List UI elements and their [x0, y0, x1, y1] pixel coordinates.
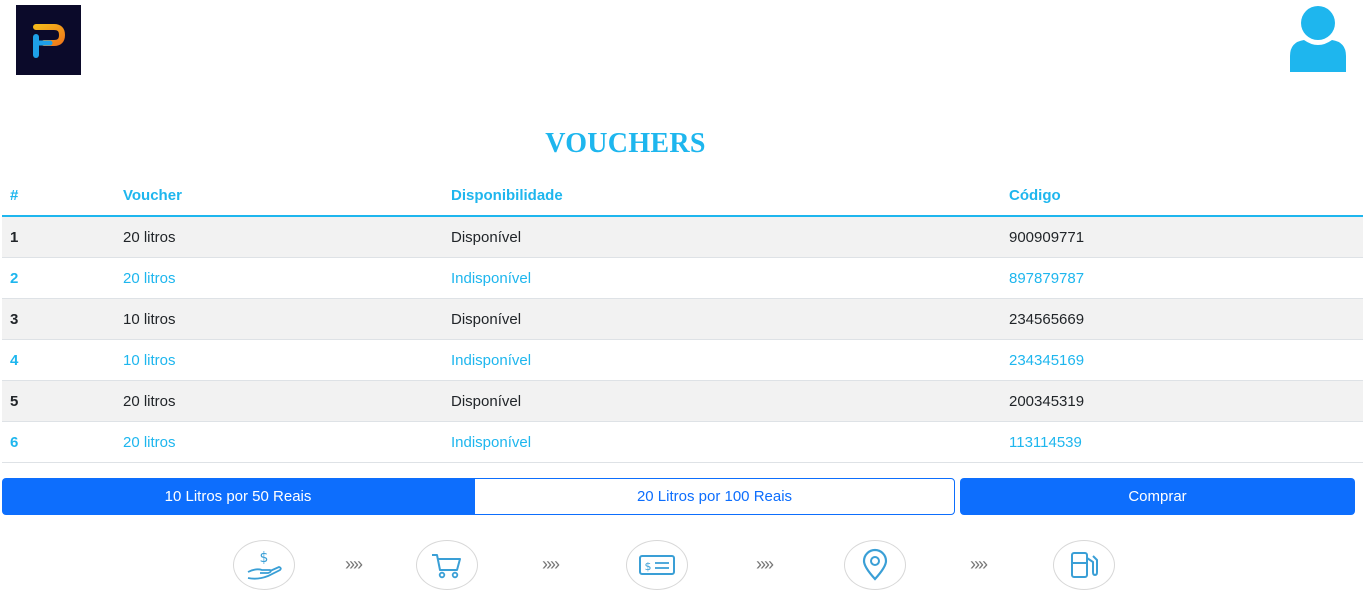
- fuel-pump-icon: [1071, 552, 1098, 578]
- option-10-litros-button[interactable]: 10 Litros por 50 Reais: [2, 478, 474, 515]
- step-separator: »: [345, 554, 355, 574]
- svg-text:$: $: [645, 560, 652, 573]
- row-voucher: 10 litros: [115, 298, 443, 340]
- step-separator: »: [978, 554, 988, 574]
- option-20-litros-button[interactable]: 20 Litros por 100 Reais: [474, 478, 955, 515]
- header-number: #: [2, 175, 115, 217]
- row-voucher: 10 litros: [115, 339, 443, 381]
- row-status: Indisponível: [443, 421, 1001, 463]
- table-row[interactable]: 4 10 litros Indisponível 234345169: [2, 339, 1363, 381]
- step-payment: $: [233, 540, 295, 590]
- step-cart: [416, 540, 478, 590]
- row-status: Indisponível: [443, 257, 1001, 299]
- step-separator: »: [550, 554, 560, 574]
- header-availability: Disponibilidade: [443, 175, 1001, 217]
- row-voucher: 20 litros: [115, 216, 443, 258]
- row-code: 113114539: [1001, 421, 1363, 463]
- row-number: 5: [2, 380, 115, 422]
- table-row[interactable]: 2 20 litros Indisponível 897879787: [2, 257, 1363, 299]
- svg-text:$: $: [260, 550, 269, 566]
- user-avatar-icon: [1290, 6, 1346, 72]
- header-code: Código: [1001, 175, 1363, 217]
- row-code: 200345319: [1001, 380, 1363, 422]
- table-row[interactable]: 3 10 litros Disponível 234565669: [2, 298, 1363, 340]
- row-number: 1: [2, 216, 115, 258]
- buy-button[interactable]: Comprar: [960, 478, 1355, 515]
- row-status: Disponível: [443, 380, 1001, 422]
- row-number: 4: [2, 339, 115, 381]
- row-code: 234345169: [1001, 339, 1363, 381]
- step-separator: »: [542, 554, 552, 574]
- row-voucher: 20 litros: [115, 421, 443, 463]
- table-row[interactable]: 6 20 litros Indisponível 113114539: [2, 421, 1363, 463]
- step-check: $: [626, 540, 688, 590]
- step-separator: »: [353, 554, 363, 574]
- user-avatar[interactable]: [1288, 4, 1348, 72]
- row-status: Disponível: [443, 298, 1001, 340]
- table-row[interactable]: 1 20 litros Disponível 900909771: [2, 216, 1363, 258]
- page-title: VOUCHERS: [545, 128, 706, 159]
- vouchers-table: # Voucher Disponibilidade Código 1 20 li…: [2, 175, 1363, 463]
- hand-money-icon: $: [247, 550, 282, 580]
- row-number: 2: [2, 257, 115, 299]
- p-logo-icon: [33, 24, 66, 58]
- row-status: Disponível: [443, 216, 1001, 258]
- step-fuel: [1053, 540, 1115, 590]
- table-row[interactable]: 5 20 litros Disponível 200345319: [2, 380, 1363, 422]
- header-voucher: Voucher: [115, 175, 443, 217]
- row-number: 3: [2, 298, 115, 340]
- location-pin-icon: [862, 548, 888, 581]
- row-voucher: 20 litros: [115, 257, 443, 299]
- row-status: Indisponível: [443, 339, 1001, 381]
- row-code: 900909771: [1001, 216, 1363, 258]
- table-header-row: # Voucher Disponibilidade Código: [2, 175, 1363, 217]
- step-location: [844, 540, 906, 590]
- cart-icon: [432, 554, 461, 579]
- step-separator: »: [764, 554, 774, 574]
- step-separator: »: [756, 554, 766, 574]
- row-voucher: 20 litros: [115, 380, 443, 422]
- step-separator: »: [970, 554, 980, 574]
- row-code: 897879787: [1001, 257, 1363, 299]
- row-number: 6: [2, 421, 115, 463]
- check-icon: $: [639, 555, 675, 575]
- logo[interactable]: [16, 5, 81, 75]
- row-code: 234565669: [1001, 298, 1363, 340]
